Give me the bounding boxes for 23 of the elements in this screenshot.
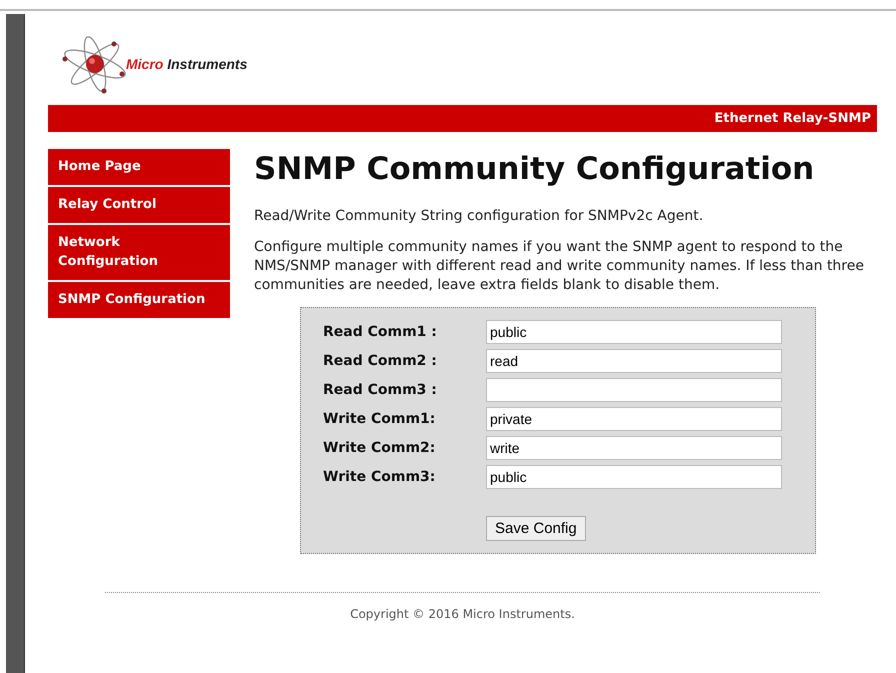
field-label: Write Comm3: (323, 469, 436, 485)
community-field[interactable]: public (486, 320, 782, 344)
nav-link[interactable]: SNMP Configuration (48, 282, 230, 318)
save-button[interactable]: Save Config (486, 516, 586, 541)
field-label: Write Comm1: (323, 411, 436, 427)
nav-link[interactable]: Network Configuration (48, 225, 230, 280)
description-text: Configure multiple community names if you want the SNMP agent to respond to the NMS/SNMP manager with different read and write community names. If less than three communities are needed, leave extra fields blank to disable them. (254, 238, 865, 295)
community-field[interactable]: read (486, 349, 782, 373)
community-field[interactable] (486, 378, 782, 402)
banner-title: Ethernet Relay-SNMP (714, 111, 871, 126)
brand-name: Micro Instruments (126, 56, 248, 72)
field-label: Read Comm2 : (323, 353, 438, 369)
community-field[interactable]: private (486, 407, 782, 431)
community-field[interactable]: write (486, 436, 782, 460)
nav-link[interactable]: Relay Control (48, 187, 230, 223)
field-label: Read Comm1 : (323, 324, 438, 340)
description-text: Read/Write Community String configuration for SNMPv2c Agent. (254, 207, 704, 226)
nav-link[interactable]: Home Page (48, 149, 230, 185)
copyright-text: Copyright © 2016 Micro Instruments. (350, 607, 575, 621)
community-field[interactable]: public (486, 465, 782, 489)
field-label: Write Comm2: (323, 440, 436, 456)
field-label: Read Comm3 : (323, 382, 438, 398)
page-title: SNMP Community Configuration (254, 151, 816, 187)
